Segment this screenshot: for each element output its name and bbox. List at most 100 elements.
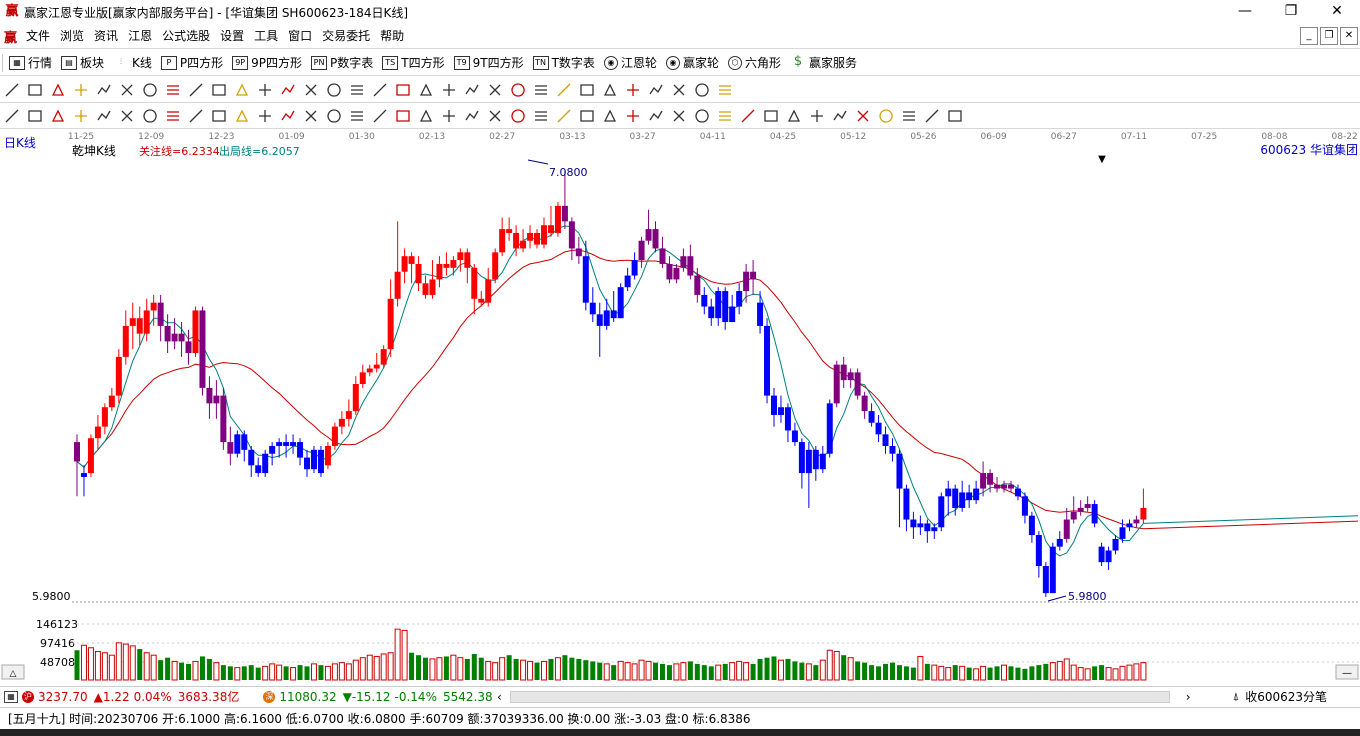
doc-tool-button[interactable] bbox=[48, 80, 68, 100]
candle-body[interactable] bbox=[248, 449, 255, 466]
candle-body[interactable] bbox=[464, 252, 471, 268]
candle-body[interactable] bbox=[262, 453, 269, 474]
layout-tool-button[interactable] bbox=[2, 80, 22, 100]
next-tool-button[interactable] bbox=[347, 80, 367, 100]
tick-data-label[interactable]: 收600623分笔 bbox=[1245, 688, 1327, 705]
candle-body[interactable] bbox=[157, 302, 164, 326]
tb-9t-square-button[interactable]: T9 9T四方形 bbox=[453, 54, 524, 71]
candle-body[interactable] bbox=[199, 310, 206, 388]
candle-body[interactable] bbox=[401, 256, 408, 272]
comb2-tool-button[interactable] bbox=[163, 106, 183, 126]
xbox-tool-button[interactable] bbox=[531, 106, 551, 126]
candle-body[interactable] bbox=[373, 364, 380, 369]
candle-body[interactable] bbox=[276, 442, 283, 446]
comb3-tool-button[interactable] bbox=[186, 106, 206, 126]
cross-tool-button[interactable] bbox=[186, 80, 206, 100]
candle-body[interactable] bbox=[415, 263, 422, 284]
cycle2-tool-button[interactable] bbox=[393, 106, 413, 126]
candle-body[interactable] bbox=[771, 395, 777, 415]
tb-sector-button[interactable]: ▤ 板块 bbox=[61, 54, 104, 71]
candle-body[interactable] bbox=[1077, 507, 1084, 512]
candle-body[interactable] bbox=[220, 395, 227, 443]
candle-body[interactable] bbox=[1035, 535, 1042, 567]
candle-body[interactable] bbox=[596, 314, 603, 326]
candle-body[interactable] bbox=[241, 434, 248, 450]
wave-tool-button[interactable] bbox=[531, 80, 551, 100]
box-tool-button[interactable] bbox=[347, 106, 367, 126]
candle-body[interactable] bbox=[443, 263, 450, 268]
save-tool-button[interactable] bbox=[623, 80, 643, 100]
candle-body[interactable] bbox=[1105, 550, 1112, 563]
menu-formula[interactable]: 公式选股 bbox=[157, 24, 215, 49]
candle-body[interactable] bbox=[436, 263, 443, 280]
candle-body[interactable] bbox=[554, 205, 561, 233]
candle-body[interactable] bbox=[290, 442, 297, 446]
candle-body[interactable] bbox=[847, 372, 854, 381]
fork-tool-button[interactable] bbox=[94, 106, 114, 126]
last-tool-button[interactable] bbox=[301, 80, 321, 100]
move-tool-button[interactable] bbox=[232, 80, 252, 100]
candle-body[interactable] bbox=[652, 229, 659, 249]
grid4-tool-button[interactable] bbox=[577, 106, 597, 126]
candle-body[interactable] bbox=[394, 271, 401, 299]
candle-body[interactable] bbox=[812, 449, 819, 470]
candle-body[interactable] bbox=[854, 372, 861, 396]
menu-browse[interactable]: 浏览 bbox=[55, 24, 89, 49]
candle-body[interactable] bbox=[722, 291, 729, 323]
pencil-line-tool-button[interactable] bbox=[2, 106, 22, 126]
triangle3-tool-button[interactable] bbox=[807, 106, 827, 126]
tb-p-number-button[interactable]: PN P数字表 bbox=[311, 54, 373, 71]
candle-body[interactable] bbox=[450, 260, 457, 268]
candle-body[interactable] bbox=[638, 240, 645, 261]
horizontal-scrollbar[interactable] bbox=[509, 690, 1170, 703]
candle-body[interactable] bbox=[1007, 484, 1014, 489]
tb-gann-wheel-button[interactable]: ◉ 江恩轮 bbox=[603, 54, 657, 71]
arrow2-tool-button[interactable] bbox=[761, 106, 781, 126]
mdi-restore-button[interactable]: ❐ bbox=[1320, 27, 1338, 45]
candle-body[interactable] bbox=[283, 442, 290, 446]
candle-body[interactable] bbox=[973, 488, 980, 501]
candle-body[interactable] bbox=[1028, 515, 1035, 536]
candle-body[interactable] bbox=[185, 341, 192, 354]
candle-body[interactable] bbox=[366, 368, 373, 373]
candle-body[interactable] bbox=[861, 395, 868, 412]
candle-body[interactable] bbox=[680, 256, 687, 268]
chevron-left-icon[interactable]: ‹ bbox=[497, 690, 502, 704]
candle-body[interactable] bbox=[931, 527, 938, 532]
candle-body[interactable] bbox=[143, 310, 150, 334]
candle-body[interactable] bbox=[471, 267, 478, 299]
candle-body[interactable] bbox=[743, 271, 750, 292]
candle-body[interactable] bbox=[708, 306, 715, 319]
copy-tool-button[interactable] bbox=[715, 80, 735, 100]
menu-trade[interactable]: 交易委托 bbox=[317, 24, 375, 49]
candle-body[interactable] bbox=[959, 492, 966, 508]
compass-tool-button[interactable] bbox=[255, 80, 275, 100]
candle-body[interactable] bbox=[631, 260, 638, 276]
candle-body[interactable] bbox=[666, 263, 673, 280]
candle-body[interactable] bbox=[1140, 507, 1147, 520]
candle-body[interactable] bbox=[882, 434, 889, 446]
hand-cursor-tool-button[interactable] bbox=[140, 80, 160, 100]
list-tool-button[interactable] bbox=[692, 106, 712, 126]
candle-body[interactable] bbox=[966, 492, 973, 501]
star-tool-button[interactable] bbox=[324, 106, 344, 126]
candle-body[interactable] bbox=[192, 310, 199, 354]
candle-body[interactable] bbox=[617, 287, 624, 319]
tb-9p-square-button[interactable]: 9P 9P四方形 bbox=[232, 54, 302, 71]
candle-body[interactable] bbox=[1119, 527, 1126, 539]
candle-body[interactable] bbox=[534, 232, 541, 245]
candle-body[interactable] bbox=[603, 310, 610, 326]
table-tool-button[interactable] bbox=[646, 80, 666, 100]
table2-tool-button[interactable] bbox=[623, 106, 643, 126]
candle-body[interactable] bbox=[1091, 504, 1098, 524]
fan2-tool-button[interactable] bbox=[48, 106, 68, 126]
candle-body[interactable] bbox=[736, 291, 743, 307]
globe-tool-button[interactable] bbox=[922, 106, 942, 126]
candle-body[interactable] bbox=[701, 294, 708, 307]
grid2-tool-button[interactable] bbox=[255, 106, 275, 126]
candle-body[interactable] bbox=[645, 229, 652, 241]
candle-body[interactable] bbox=[1084, 504, 1091, 508]
candle-body[interactable] bbox=[952, 488, 959, 508]
candle-body[interactable] bbox=[429, 279, 436, 295]
candle-body[interactable] bbox=[917, 523, 924, 528]
